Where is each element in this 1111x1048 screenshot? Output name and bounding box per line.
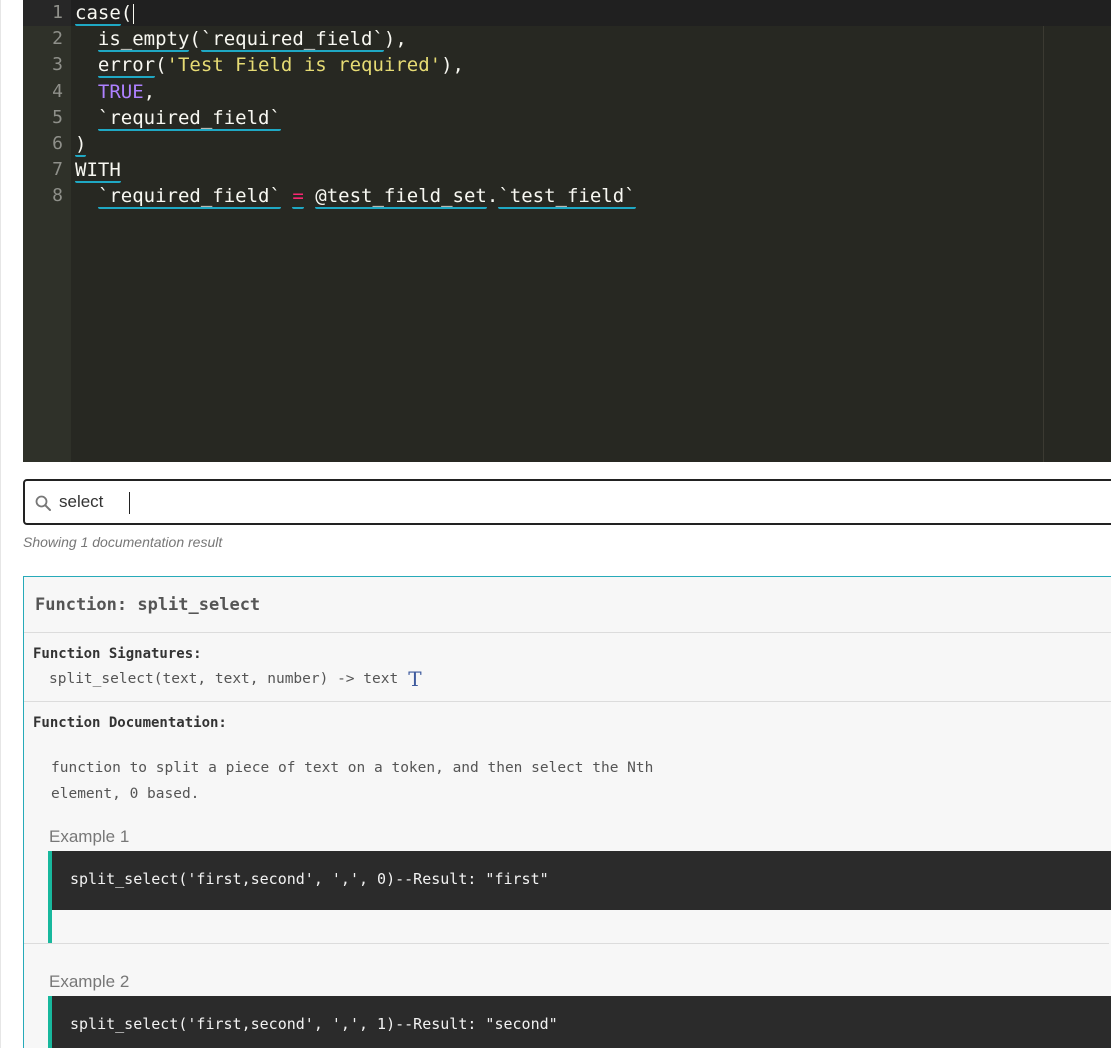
code-line-8[interactable]: `required_field` = @test_field_set.`test… xyxy=(75,183,636,210)
text-cursor xyxy=(129,492,130,514)
documentation-panel: Function: split_select Function Signatur… xyxy=(23,576,1111,1048)
example-block: split_select('first,second', ',', 0)--Re… xyxy=(48,851,1111,943)
code-line-2[interactable]: is_empty(`required_field`), xyxy=(75,26,636,53)
code-line-3[interactable]: error('Test Field is required'), xyxy=(75,52,636,79)
line-numbers: 1 2 3 4 5 6 7 8 xyxy=(23,0,63,210)
code-content[interactable]: case( is_empty(`required_field`), error(… xyxy=(75,0,636,210)
example-code: split_select('first,second', ',', 0)--Re… xyxy=(52,851,1111,910)
function-signature: split_select(text, text, number) -> text xyxy=(49,671,399,687)
search-icon xyxy=(35,495,51,511)
line-number: 2 xyxy=(52,28,63,50)
documentation-section: Function Documentation: function to spli… xyxy=(24,702,1111,1048)
code-line-6[interactable]: ) xyxy=(75,131,636,157)
documentation-label: Function Documentation: xyxy=(33,715,227,731)
signatures-section: Function Signatures: split_select(text, … xyxy=(24,633,1111,702)
example-label: Example 1 xyxy=(49,827,130,846)
signature-row: split_select(text, text, number) -> text… xyxy=(33,669,1111,689)
documentation-search[interactable] xyxy=(23,479,1111,525)
line-number: 5 xyxy=(52,106,63,128)
example-divider xyxy=(24,943,1109,944)
signatures-label: Function Signatures: xyxy=(33,646,202,662)
line-number: 1 xyxy=(52,2,63,23)
print-margin xyxy=(1043,26,1044,462)
text-cursor xyxy=(133,3,135,24)
code-line-7[interactable]: WITH xyxy=(75,157,636,184)
code-line-1[interactable]: case( xyxy=(75,0,636,26)
example-block: split_select('first,second', ',', 1)--Re… xyxy=(48,996,1111,1048)
code-editor[interactable]: 1 2 3 4 5 6 7 8 case( is_empty(`required… xyxy=(23,0,1111,462)
line-number: 3 xyxy=(52,54,63,76)
example-code: split_select('first,second', ',', 1)--Re… xyxy=(52,996,1111,1048)
search-input[interactable] xyxy=(59,489,959,515)
function-description: function to split a piece of text on a t… xyxy=(51,760,654,802)
code-line-4[interactable]: TRUE, xyxy=(75,79,636,105)
line-number: 4 xyxy=(52,80,63,102)
result-count: Showing 1 documentation result xyxy=(23,534,223,550)
example-padding xyxy=(52,910,1111,943)
line-number: 7 xyxy=(52,159,63,181)
example-label: Example 2 xyxy=(49,972,130,991)
text-type-icon: T xyxy=(408,667,422,691)
line-number: 6 xyxy=(52,132,63,154)
function-title: Function: split_select xyxy=(24,577,1111,633)
code-line-5[interactable]: `required_field` xyxy=(75,105,636,131)
page-left-border xyxy=(0,0,1,1048)
line-number: 8 xyxy=(52,185,63,207)
